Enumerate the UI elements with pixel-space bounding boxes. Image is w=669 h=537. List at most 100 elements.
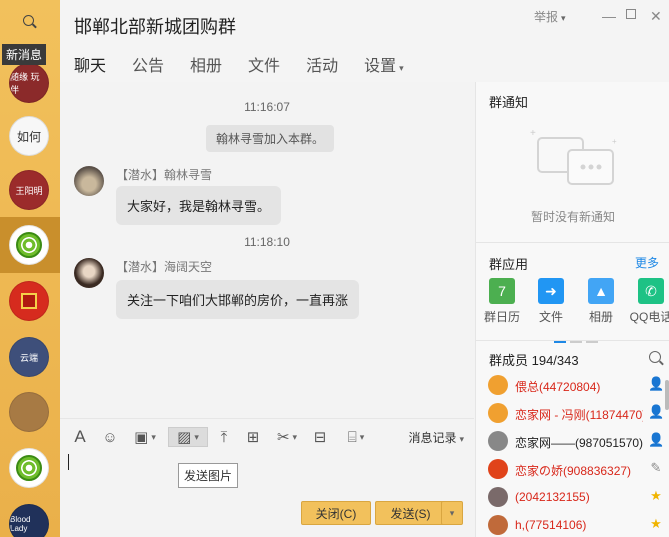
report-button[interactable]: 举报 ▾ <box>534 8 566 25</box>
divider <box>476 242 669 243</box>
new-message-tooltip: 新消息 <box>2 44 47 65</box>
timestamp: 11:18:10 <box>244 235 290 249</box>
avatar[interactable] <box>74 258 104 288</box>
member-role-icon: 👤 <box>648 404 665 419</box>
member-row[interactable]: 恋家网——(987051570) 👤 <box>488 429 668 453</box>
chat-header: 邯郸北部新城团购群 举报 ▾ — ✕ 聊天 公告 相册 文件 活动 设置 ▾ <box>60 0 669 86</box>
send-options-button[interactable]: ▾ <box>441 501 463 525</box>
picture-icon[interactable]: ▨ ▾ <box>168 427 208 447</box>
conversation-item[interactable]: 云端 <box>0 329 60 385</box>
conversation-item[interactable] <box>0 440 60 496</box>
avatar: 随缘 玩伴 <box>9 63 49 103</box>
notice-title: 群通知 <box>489 95 529 110</box>
app-album[interactable]: ▲ 相册 <box>579 278 623 325</box>
maximize-icon[interactable] <box>626 8 636 22</box>
group-title: 邯郸北部新城团购群 <box>74 17 236 37</box>
avatar <box>488 459 508 479</box>
message-bubble: 关注一下咱们大邯郸的房价，一直再涨 <box>116 280 360 319</box>
message-bubble: 大家好，我是翰林寻雪。 <box>116 186 282 225</box>
tab-files[interactable]: 文件 <box>248 52 280 86</box>
svg-text:+: + <box>612 137 617 146</box>
emoji-icon[interactable]: ☺ <box>100 427 120 447</box>
star-icon: ★ <box>650 488 662 503</box>
tab-album[interactable]: 相册 <box>190 52 222 86</box>
tab-announcement[interactable]: 公告 <box>132 52 164 86</box>
member-row[interactable]: 恋家の娇(908836327) ✎ <box>488 457 668 481</box>
text-cursor <box>68 454 69 470</box>
tab-chat[interactable]: 聊天 <box>74 52 107 86</box>
app-files[interactable]: ➜ 文件 <box>529 278 573 325</box>
conversation-item[interactable] <box>0 384 60 440</box>
upload-icon: ➜ <box>538 278 564 304</box>
picture-icon: ▲ <box>588 278 614 304</box>
star-icon: ★ <box>650 516 662 531</box>
sender-name[interactable]: 【潜水】翰林寻雪 <box>116 166 212 183</box>
empty-notice-text: 暂时没有新通知 <box>530 210 615 224</box>
member-row[interactable]: h,(77514106) ★ <box>488 513 668 537</box>
avatar <box>488 515 508 535</box>
template-icon[interactable]: ⊟ <box>310 427 330 447</box>
minimize-icon[interactable]: — <box>602 8 616 24</box>
svg-text:+: + <box>530 128 536 139</box>
avatar <box>488 375 508 395</box>
system-message: 翰林寻雪加入本群。 <box>206 125 335 152</box>
empty-notice-icon: + + <box>530 128 617 185</box>
avatar: 王阳明 <box>9 170 49 210</box>
avatar <box>488 403 508 423</box>
calendar-icon: 7 <box>489 278 515 304</box>
app-qq-call[interactable]: ✆ QQ电话 <box>629 278 669 325</box>
avatar <box>9 448 49 488</box>
gift-icon[interactable]: ⊞ <box>243 427 263 447</box>
send-button[interactable]: 发送(S) <box>375 501 445 525</box>
avatar: Blood Lady <box>9 504 49 537</box>
tab-activity[interactable]: 活动 <box>306 52 338 86</box>
app-calendar[interactable]: 7 群日历 <box>480 278 524 325</box>
conversation-item[interactable]: Blood Lady <box>0 496 60 537</box>
sender-name[interactable]: 【潜水】海阔天空 <box>116 258 212 275</box>
font-icon[interactable]: A <box>70 427 90 447</box>
member-list-scrollbar[interactable] <box>665 380 669 410</box>
tab-bar: 聊天 公告 相册 文件 活动 设置 ▾ <box>74 52 430 86</box>
close-button[interactable]: 关闭(C) <box>301 501 371 525</box>
message-input[interactable]: 发送图片 关闭(C) 发送(S) ▾ <box>60 454 474 537</box>
scissors-icon[interactable]: ✂ ▾ <box>272 427 302 447</box>
avatar <box>488 431 508 451</box>
apps-title: 群应用 <box>489 257 529 272</box>
avatar: 云端 <box>9 337 49 377</box>
avatar[interactable] <box>74 166 104 196</box>
gif-icon[interactable]: ▣ ▾ <box>130 427 160 447</box>
avatar <box>9 281 49 321</box>
member-count: 群成员 194/343 <box>489 353 579 368</box>
avatar <box>9 392 49 432</box>
chat-bubble-icon[interactable]: ⌸ ▾ <box>341 427 371 447</box>
edit-icon: ✎ <box>650 460 662 475</box>
search-icon[interactable] <box>20 12 40 32</box>
apps-pager[interactable] <box>554 332 602 346</box>
conversation-item[interactable]: 王阳明 <box>0 162 60 218</box>
conversation-sidebar: 新消息 随缘 玩伴 如何 王阳明 云端 Blood Lady <box>0 0 60 537</box>
avatar <box>488 487 508 507</box>
member-role-icon: 👤 <box>648 432 665 447</box>
member-row[interactable]: 偎总(44720804) 👤 <box>488 373 668 397</box>
input-toolbar: A ☺ ▣ ▾ ▨ ▾ ⤒ ⊞ ✂ ▾ ⊟ ⌸ ▾ 消息记录 ▾ <box>60 418 474 454</box>
member-row[interactable]: (2042132155) ★ <box>488 485 668 509</box>
tab-settings[interactable]: 设置 ▾ <box>364 52 404 86</box>
member-role-icon: 👤 <box>648 376 665 391</box>
close-icon[interactable]: ✕ <box>650 8 662 25</box>
conversation-item[interactable] <box>0 273 60 329</box>
avatar <box>9 225 49 265</box>
conversation-item[interactable]: 如何 <box>0 108 60 164</box>
group-info-panel: 群通知 + + 暂时没有新通知 群应用 更多 7 群日历 ➜ 文件 ▲ 相册 ✆… <box>475 82 669 537</box>
conversation-item-active[interactable] <box>0 217 60 273</box>
phone-icon: ✆ <box>638 278 664 304</box>
divider <box>476 340 669 341</box>
member-row[interactable]: 恋家网 - 冯刚(11874470) 👤 <box>488 401 668 425</box>
avatar: 如何 <box>9 116 49 156</box>
chat-messages: 11:16:07 翰林寻雪加入本群。 【潜水】翰林寻雪 大家好，我是翰林寻雪。 … <box>60 82 474 418</box>
message-history-button[interactable]: 消息记录 ▾ <box>408 429 464 446</box>
upload-icon[interactable]: ⤒ <box>214 427 234 447</box>
search-icon[interactable] <box>648 350 664 366</box>
more-apps-link[interactable]: 更多 <box>635 254 659 271</box>
send-picture-tooltip: 发送图片 <box>178 463 239 488</box>
timestamp: 11:16:07 <box>244 100 290 114</box>
